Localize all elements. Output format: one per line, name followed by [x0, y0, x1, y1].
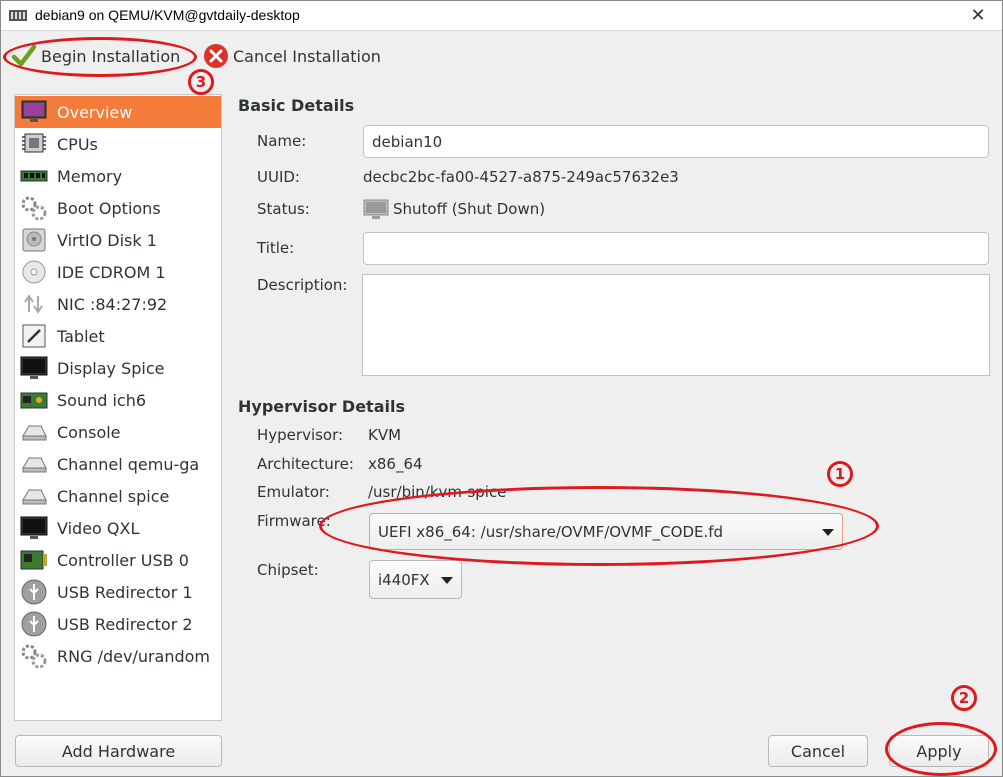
hardware-list: Overview CPUs Memory Boot Options VirtIO… [14, 94, 222, 721]
sidebar-item-label: USB Redirector 1 [57, 582, 193, 602]
memory-icon [20, 170, 48, 182]
sound-card-icon [20, 392, 48, 409]
cpu-icon [22, 133, 46, 153]
status-value: Shutoff (Shut Down) [393, 200, 546, 218]
sidebar-item-label: Channel spice [57, 486, 170, 506]
serial-icon [22, 489, 47, 505]
serial-icon [22, 425, 47, 441]
sidebar-item-usb-redirector-1[interactable]: USB Redirector 1 [15, 576, 221, 608]
sidebar-item-overview[interactable]: Overview [15, 96, 221, 128]
gears-icon [21, 644, 47, 669]
monitor-icon [21, 100, 47, 122]
sidebar-item-usb-redirector-2[interactable]: USB Redirector 2 [15, 608, 221, 640]
sidebar-item-label: Channel qemu-ga [57, 454, 200, 474]
annotation-step-3: 3 [188, 69, 214, 95]
sidebar-item-label: USB Redirector 2 [57, 614, 193, 634]
sidebar-item-label: Display Spice [57, 358, 165, 378]
uuid-label: UUID: [257, 168, 300, 186]
sidebar-item-rng[interactable]: RNG /dev/urandom [15, 640, 221, 672]
description-field[interactable] [362, 274, 990, 376]
sidebar-item-label: Sound ich6 [57, 390, 147, 410]
window-title: debian9 on QEMU/KVM@gvtdaily-desktop [35, 7, 300, 23]
sidebar-item-label: CPUs [57, 134, 98, 154]
sidebar-item-label: Overview [57, 102, 133, 122]
architecture-label: Architecture: [257, 455, 354, 473]
sidebar-item-virtio-disk[interactable]: VirtIO Disk 1 [15, 224, 221, 256]
gears-icon [21, 196, 47, 221]
hypervisor-value: KVM [368, 426, 402, 444]
architecture-value: x86_64 [368, 455, 423, 473]
cancel-installation-label: Cancel Installation [233, 46, 381, 66]
annotation-firmware-ellipse [319, 486, 879, 566]
sidebar-item-cpus[interactable]: CPUs [15, 128, 221, 160]
description-label: Description: [257, 276, 348, 294]
name-label: Name: [257, 132, 307, 150]
display-icon [20, 356, 48, 379]
cancel-button[interactable]: Cancel [768, 735, 868, 767]
sidebar-item-sound[interactable]: Sound ich6 [15, 384, 221, 416]
annotation-step-1: 1 [827, 461, 853, 487]
serial-icon [22, 457, 47, 473]
sidebar-item-label: Boot Options [57, 198, 161, 218]
title-field[interactable] [363, 232, 989, 265]
basic-details-heading: Basic Details [238, 96, 355, 115]
sidebar-item-display-spice[interactable]: Display Spice [15, 352, 221, 384]
sidebar-item-ide-cdrom[interactable]: IDE CDROM 1 [15, 256, 221, 288]
sidebar-item-label: Console [57, 422, 121, 442]
chipset-label: Chipset: [257, 561, 319, 579]
sidebar-item-label: RNG /dev/urandom [57, 646, 211, 666]
status-label: Status: [257, 200, 310, 218]
sidebar-item-label: Video QXL [57, 518, 140, 538]
sidebar-item-channel-spice[interactable]: Channel spice [15, 480, 221, 512]
sidebar-item-tablet[interactable]: Tablet [15, 320, 221, 352]
chipset-dropdown[interactable]: i440FX [369, 560, 462, 599]
chipset-value: i440FX [378, 570, 430, 589]
sidebar-item-label: Tablet [57, 326, 105, 346]
shutoff-status-icon [363, 199, 389, 219]
annotation-step-2: 2 [951, 685, 977, 711]
display-icon [20, 516, 48, 539]
annotation-apply-circle [885, 722, 997, 776]
sidebar-item-memory[interactable]: Memory [15, 160, 221, 192]
emulator-label: Emulator: [257, 483, 330, 501]
title-label: Title: [257, 239, 295, 257]
tablet-icon [22, 324, 46, 348]
chevron-down-icon [441, 576, 453, 584]
hypervisor-details-heading: Hypervisor Details [238, 397, 405, 416]
vm-details-window: debian9 on QEMU/KVM@gvtdaily-desktop ✕ B… [0, 0, 1003, 777]
add-hardware-button[interactable]: Add Hardware [15, 735, 222, 767]
disk-icon [22, 228, 46, 252]
sidebar-item-label: IDE CDROM 1 [57, 262, 166, 282]
sidebar-item-label: NIC :84:27:92 [57, 294, 168, 314]
title-bar: debian9 on QEMU/KVM@gvtdaily-desktop ✕ [1, 1, 1002, 31]
hypervisor-label: Hypervisor: [257, 426, 344, 444]
name-field[interactable]: debian10 [363, 125, 989, 158]
virt-manager-icon [9, 10, 27, 21]
uuid-value: decbc2bc-fa00-4527-a875-249ac57632e3 [363, 168, 679, 186]
controller-icon [20, 550, 47, 570]
sidebar-item-controller-usb[interactable]: Controller USB 0 [15, 544, 221, 576]
sidebar-item-boot-options[interactable]: Boot Options [15, 192, 221, 224]
sidebar-item-label: Memory [57, 166, 123, 186]
sidebar-item-video-qxl[interactable]: Video QXL [15, 512, 221, 544]
sidebar-item-console[interactable]: Console [15, 416, 221, 448]
close-icon[interactable]: ✕ [966, 4, 990, 28]
annotation-begin-installation-circle [3, 37, 197, 77]
usb-icon [21, 579, 47, 605]
sidebar-item-channel-qemu-ga[interactable]: Channel qemu-ga [15, 448, 221, 480]
usb-icon [21, 611, 47, 637]
cdrom-icon [22, 260, 46, 284]
sidebar-item-nic[interactable]: NIC :84:27:92 [15, 288, 221, 320]
cancel-installation-button[interactable]: Cancel Installation [203, 40, 381, 72]
sidebar-item-label: VirtIO Disk 1 [57, 230, 157, 250]
cancel-icon [204, 44, 228, 68]
sidebar-item-label: Controller USB 0 [57, 550, 189, 570]
network-icon [24, 294, 43, 314]
